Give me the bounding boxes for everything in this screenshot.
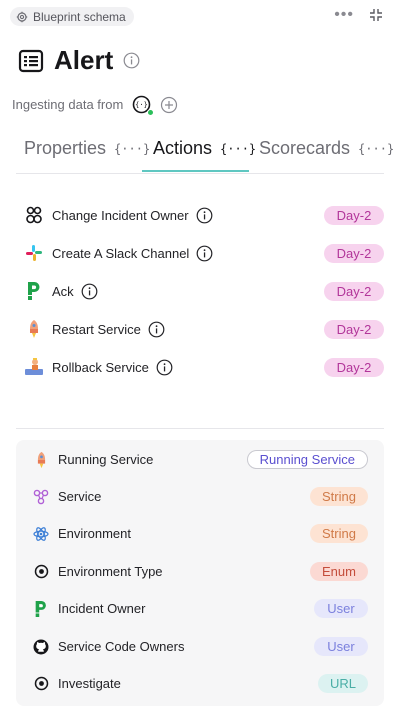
actions-list: Change Incident Owner Day-2 Create A Sla… [24,196,384,386]
ingest-label: Ingesting data from [12,97,124,112]
top-actions: ••• [334,7,384,23]
chip-label: Blueprint schema [33,9,126,24]
top-bar: Blueprint schema ••• [10,7,384,27]
tab-label: Properties [24,138,107,158]
title-row: Alert [18,45,140,76]
svg-text:{·}: {·} [135,101,148,109]
info-icon[interactable] [196,207,213,224]
property-row[interactable]: Service Code Owners User [32,628,368,665]
ingest-row: Ingesting data from {·} [12,95,178,116]
tab-braces-icon: {···} [358,141,395,156]
active-tab-underline [142,170,249,172]
rocket-icon [24,319,44,339]
slack-icon [24,243,44,263]
info-icon[interactable] [123,52,140,69]
property-row[interactable]: Environment String [32,515,368,552]
type-tag: String [310,487,368,506]
property-row[interactable]: Service String [32,478,368,515]
action-label: Restart Service [52,321,141,337]
properties-panel: Running Service Running Service Service … [16,440,384,706]
action-label: Rollback Service [52,359,149,375]
day2-badge: Day-2 [324,244,384,263]
type-tag: String [310,524,368,543]
type-tag: URL [318,674,368,693]
info-icon[interactable] [196,245,213,262]
tab-label: Actions [153,138,213,158]
type-tag: User [314,637,368,656]
property-row[interactable]: Environment Type Enum [32,553,368,590]
property-row[interactable]: Incident Owner User [32,590,368,627]
day2-badge: Day-2 [324,320,384,339]
property-label: Environment [58,526,131,541]
radio-icon [32,563,50,581]
info-icon[interactable] [81,283,98,300]
add-source-icon[interactable] [160,96,178,114]
collapse-icon[interactable] [368,7,384,23]
tab-scorecards[interactable]: Scorecards {···} [259,138,394,159]
alert-list-icon [18,49,44,72]
tab-actions[interactable]: Actions {···} [153,138,256,159]
action-item[interactable]: Rollback Service Day-2 [24,348,384,386]
action-item[interactable]: Change Incident Owner Day-2 [24,196,384,234]
property-label: Incident Owner [58,601,146,616]
tabs-divider [16,173,384,174]
property-row[interactable]: Running Service Running Service [32,441,368,478]
action-label: Change Incident Owner [52,207,189,223]
data-source-badge[interactable]: {·} [132,95,155,116]
radio-icon [32,675,50,693]
more-options-button[interactable]: ••• [334,7,354,23]
status-dot [147,109,155,116]
info-icon[interactable] [148,321,165,338]
blueprint-schema-chip[interactable]: Blueprint schema [10,7,134,26]
day2-badge: Day-2 [324,282,384,301]
tabs: Properties {···} Actions {···} Scorecard… [0,132,400,174]
property-label: Environment Type [58,564,163,579]
action-label: Ack [52,283,74,299]
tab-braces-icon: {···} [220,141,257,156]
action-item[interactable]: Ack Day-2 [24,272,384,310]
action-label: Create A Slack Channel [52,245,190,261]
day2-badge: Day-2 [324,358,384,377]
pagerduty-icon [24,281,44,301]
type-tag: User [314,599,368,618]
microservice-icon [32,488,50,506]
tab-braces-icon: {···} [114,141,151,156]
relation-tag[interactable]: Running Service [246,450,368,469]
rocket-icon [32,451,50,469]
type-tag: Enum [310,562,368,581]
tab-properties[interactable]: Properties {···} [24,138,150,159]
property-label: Service [58,489,102,504]
section-divider [16,428,384,429]
day2-badge: Day-2 [324,206,384,225]
people-icon [24,205,44,225]
gear-icon [16,11,28,22]
property-row[interactable]: Investigate URL [32,665,368,702]
pagerduty-icon [32,600,50,618]
action-item[interactable]: Restart Service Day-2 [24,310,384,348]
github-icon [32,638,50,656]
environment-icon [32,525,50,543]
property-label: Running Service [58,452,154,467]
tab-label: Scorecards [259,138,351,158]
action-item[interactable]: Create A Slack Channel Day-2 [24,234,384,272]
property-label: Service Code Owners [58,639,185,654]
worker-icon [24,357,44,377]
property-label: Investigate [58,676,121,691]
page-title: Alert [54,45,114,75]
info-icon[interactable] [156,359,173,376]
